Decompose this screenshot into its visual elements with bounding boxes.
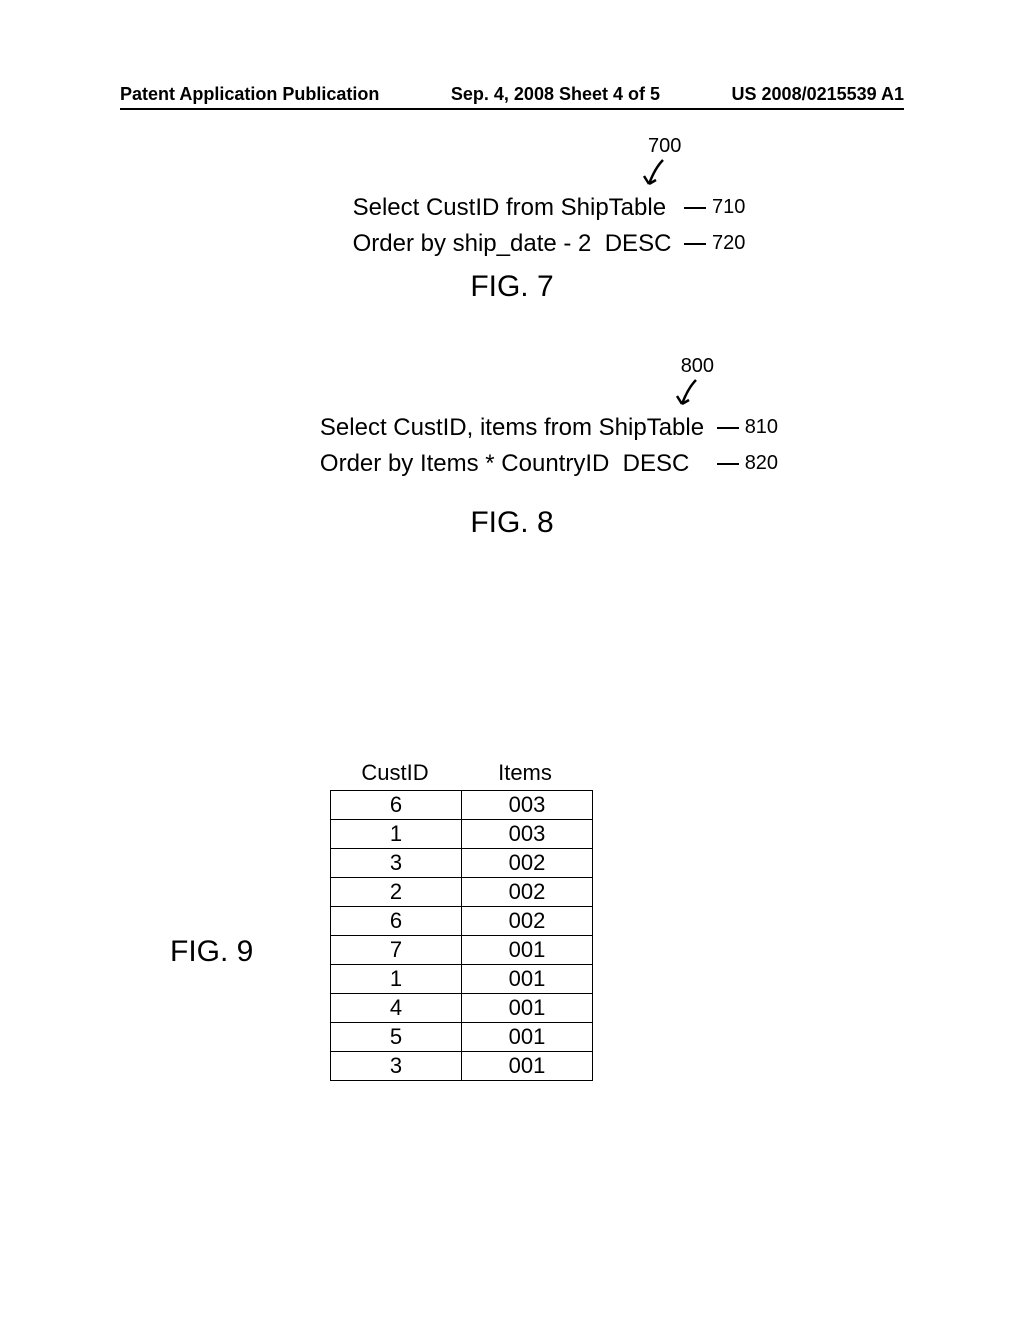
col-header-items: Items	[460, 760, 590, 786]
table-row: 7001	[331, 936, 593, 965]
table-cell: 2	[331, 878, 462, 907]
table-cell: 4	[331, 994, 462, 1023]
ref-820-text: 820	[745, 452, 778, 475]
fig8-line1: Select CustID, items from ShipTable	[320, 410, 704, 446]
fig8-caption: FIG. 8	[0, 506, 1024, 540]
arrow-icon	[643, 158, 671, 188]
table-row: 5001	[331, 1023, 593, 1052]
table-cell: 001	[462, 965, 593, 994]
table-cell: 1	[331, 965, 462, 994]
table-row: 1003	[331, 820, 593, 849]
table-row: 4001	[331, 994, 593, 1023]
table-cell: 001	[462, 1052, 593, 1081]
table-cell: 003	[462, 791, 593, 820]
table-row: 3001	[331, 1052, 593, 1081]
fig7-line1: Select CustID from ShipTable	[353, 190, 672, 226]
table-cell: 5	[331, 1023, 462, 1052]
fig7-caption: FIG. 7	[0, 270, 1024, 304]
ref-720-text: 720	[712, 232, 745, 255]
fig9-table-headers: CustID Items	[330, 760, 593, 786]
ref-700: 700	[648, 135, 681, 158]
ref-820: 820	[717, 452, 778, 475]
header-rule	[120, 108, 904, 110]
patent-page: Patent Application Publication Sep. 4, 2…	[0, 0, 1024, 1320]
leader-line-icon	[717, 463, 739, 465]
table-row: 6002	[331, 907, 593, 936]
table-cell: 6	[331, 791, 462, 820]
fig9-caption: FIG. 9	[170, 935, 253, 969]
fig9-table: 6003100330022002600270011001400150013001	[330, 790, 593, 1081]
table-row: 6003	[331, 791, 593, 820]
arrow-icon	[676, 378, 704, 408]
leader-line-icon	[717, 427, 739, 429]
ref-710: 710	[684, 196, 745, 219]
header-left: Patent Application Publication	[120, 84, 379, 105]
table-cell: 3	[331, 1052, 462, 1081]
table-cell: 7	[331, 936, 462, 965]
table-cell: 002	[462, 907, 593, 936]
page-header: Patent Application Publication Sep. 4, 2…	[120, 84, 904, 105]
header-center: Sep. 4, 2008 Sheet 4 of 5	[451, 84, 660, 105]
table-cell: 001	[462, 1023, 593, 1052]
figure-7: 700 Select CustID from ShipTable Order b…	[0, 190, 1024, 304]
leader-line-icon	[684, 243, 706, 245]
table-cell: 001	[462, 936, 593, 965]
table-cell: 002	[462, 849, 593, 878]
table-cell: 1	[331, 820, 462, 849]
ref-720: 720	[684, 232, 745, 255]
figure-7-body: 700 Select CustID from ShipTable Order b…	[353, 190, 672, 262]
table-cell: 3	[331, 849, 462, 878]
fig9-table-wrap: CustID Items 600310033002200260027001100…	[330, 760, 593, 1081]
ref-800: 800	[681, 355, 714, 378]
table-row: 3002	[331, 849, 593, 878]
table-cell: 6	[331, 907, 462, 936]
fig8-line2: Order by Items * CountryID DESC	[320, 446, 704, 482]
fig7-line2: Order by ship_date - 2 DESC	[353, 226, 672, 262]
ref-710-text: 710	[712, 196, 745, 219]
header-right: US 2008/0215539 A1	[732, 84, 904, 105]
figure-8: 800 Select CustID, items from ShipTable …	[0, 410, 1024, 540]
table-cell: 002	[462, 878, 593, 907]
table-cell: 003	[462, 820, 593, 849]
fig9-table-body: 6003100330022002600270011001400150013001	[331, 791, 593, 1081]
table-row: 1001	[331, 965, 593, 994]
ref-810: 810	[717, 416, 778, 439]
ref-810-text: 810	[745, 416, 778, 439]
table-row: 2002	[331, 878, 593, 907]
figure-8-body: 800 Select CustID, items from ShipTable …	[320, 410, 704, 482]
col-header-custid: CustID	[330, 760, 460, 786]
table-cell: 001	[462, 994, 593, 1023]
leader-line-icon	[684, 207, 706, 209]
